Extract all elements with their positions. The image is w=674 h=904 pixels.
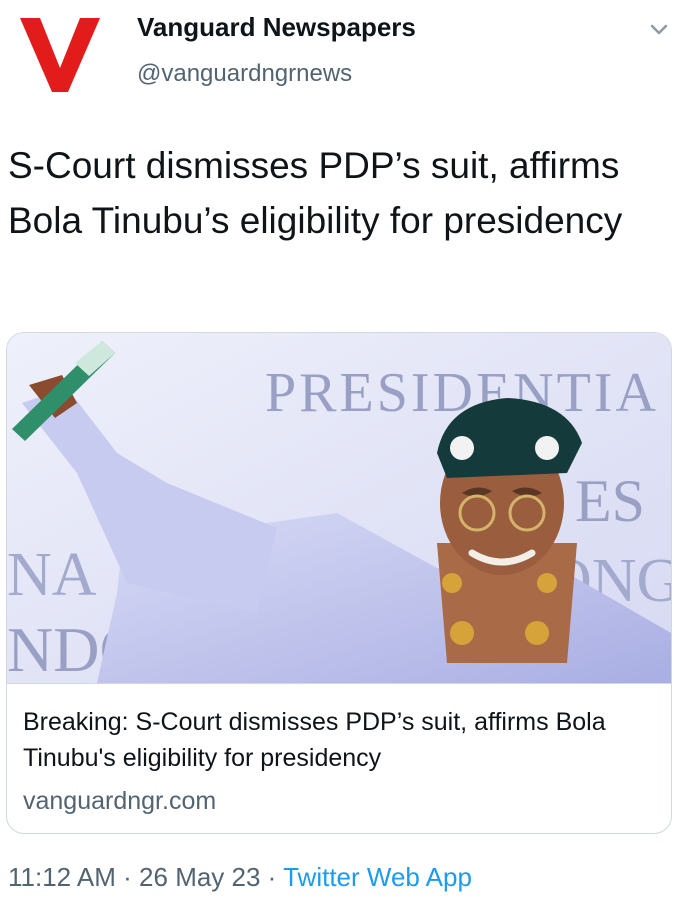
card-title[interactable]: Breaking: S-Court dismisses PDP’s suit, … (23, 704, 663, 776)
card-body[interactable]: Breaking: S-Court dismisses PDP’s suit, … (7, 683, 671, 833)
source-app-link[interactable]: Twitter Web App (283, 862, 472, 892)
tweet-text: S-Court dismisses PDP’s suit, affirms Bo… (8, 145, 623, 241)
svg-text:ES: ES (575, 468, 645, 534)
tweet-meta: 11:12 AM · 26 May 23 · Twitter Web App (8, 862, 472, 893)
tweet-time[interactable]: 11:12 AM (8, 862, 116, 892)
card-domain[interactable]: vanguardngr.com (23, 787, 216, 816)
chevron-down-icon[interactable] (648, 18, 670, 40)
svg-text:NA: NA (7, 541, 97, 609)
user-handle[interactable]: @vanguardngrnews (137, 60, 352, 88)
card-image[interactable]: PRESIDENTIA ES NA ONG NDOW (7, 333, 671, 683)
tweet-date[interactable]: 26 May 23 (139, 862, 260, 892)
meta-separator: · (115, 862, 140, 892)
display-name[interactable]: Vanguard Newspapers (137, 12, 416, 43)
meta-separator-2: · (260, 862, 284, 892)
tweet-header: Vanguard Newspapers @vanguardngrnews (0, 0, 674, 110)
vanguard-logo-avatar[interactable] (16, 10, 104, 98)
link-card[interactable]: PRESIDENTIA ES NA ONG NDOW Breaking: S-C… (6, 332, 672, 834)
